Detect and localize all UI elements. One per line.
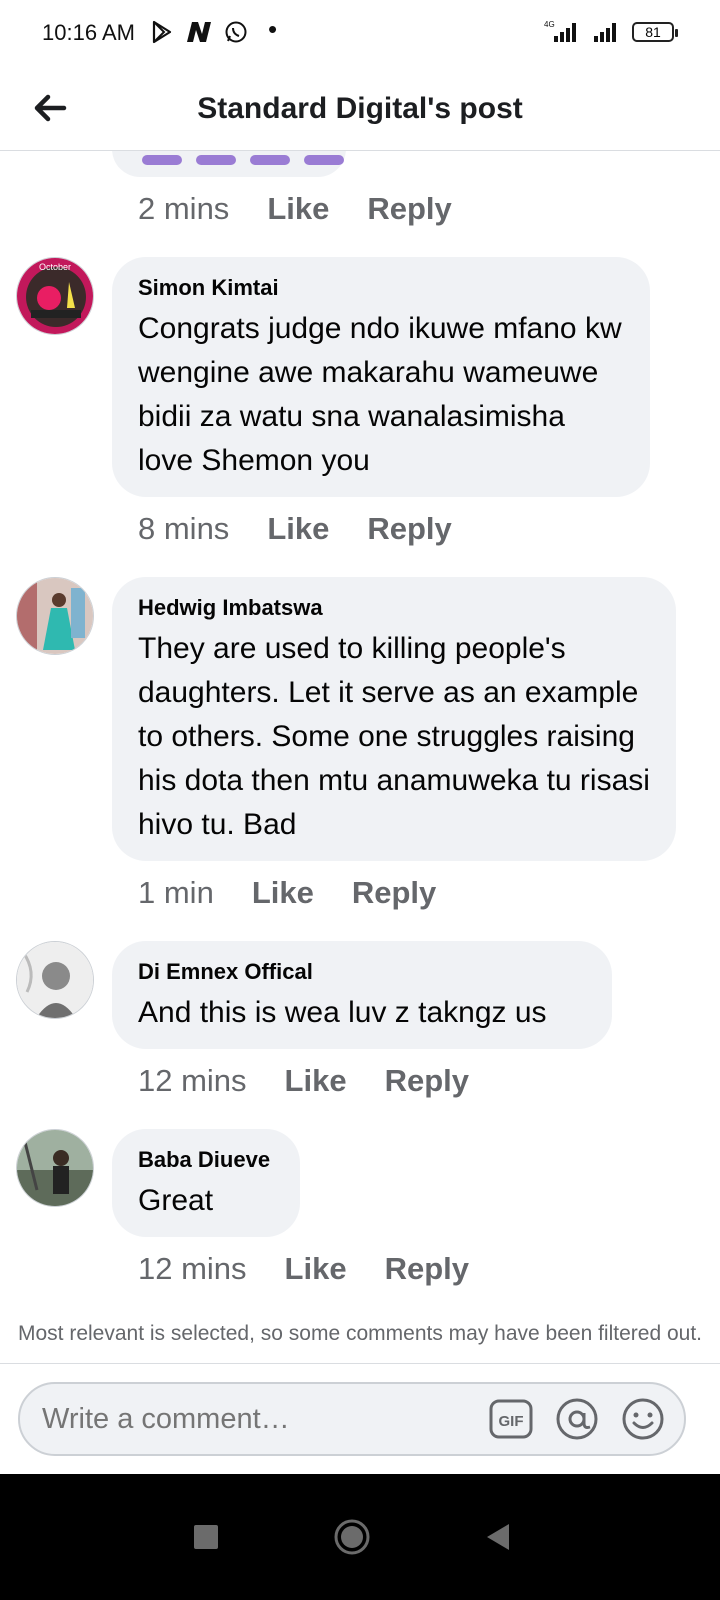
reply-button[interactable]: Reply [367,511,451,547]
comment-text: They are used to killing people's daught… [138,632,650,841]
comment-bubble[interactable]: Hedwig Imbatswa They are used to killing… [112,577,676,861]
comment-text: Congrats judge ndo ikuwe mfano kw wengin… [138,312,622,477]
system-nav-bar [0,1474,720,1600]
n-app-icon [187,22,211,42]
like-button[interactable]: Like [252,875,314,911]
composer-actions: GIF [488,1396,666,1442]
post-header: Standard Digital's post [0,68,720,151]
gif-button[interactable]: GIF [488,1396,534,1442]
mention-icon [556,1398,598,1440]
avatar-badge-text: October [39,262,71,272]
comment-text: And this is wea luv z takngz us [138,996,547,1029]
emoji-button[interactable] [620,1396,666,1442]
partial-comment-bubble [112,151,346,177]
circle-home-icon[interactable] [329,1514,375,1560]
comment-input[interactable] [40,1402,464,1437]
avatar[interactable] [16,1129,94,1207]
reply-button[interactable]: Reply [385,1251,469,1287]
filter-notice: Most relevant is selected, so some comme… [18,1322,702,1345]
comment-author[interactable]: Baba Diueve [138,1147,276,1173]
divider [0,1363,720,1364]
comment-time: 8 mins [138,511,230,546]
comment-bubble[interactable]: Di Emnex Offical And this is wea luv z t… [112,941,612,1049]
comment-time: 1 min [138,875,214,910]
gif-icon: GIF [489,1399,533,1439]
reply-button[interactable]: Reply [367,191,451,227]
comment-composer[interactable]: GIF [18,1382,686,1456]
comment-meta: 8 mins Like Reply [138,511,490,547]
comment-author[interactable]: Di Emnex Offical [138,959,588,985]
comment-time: 12 mins [138,1063,247,1098]
sticker-image [250,155,290,165]
comment-author[interactable]: Simon Kimtai [138,275,626,301]
avatar[interactable]: October [16,257,94,335]
sticker-image [196,155,236,165]
play-store-icon [152,20,172,44]
avatar[interactable] [16,577,94,655]
sticker-image [304,155,344,165]
reply-button[interactable]: Reply [352,875,436,911]
comment-author[interactable]: Hedwig Imbatswa [138,595,652,621]
comment-meta: 2 mins Like Reply [138,191,490,227]
like-button[interactable]: Like [267,191,329,227]
comment-meta: 12 mins Like Reply [138,1251,507,1287]
battery-icon: 81 [632,22,678,42]
signal-icon-2 [594,23,616,42]
network-label: 4G [544,20,555,29]
status-time: 10:16 AM [42,20,135,45]
sticker-image [142,155,182,165]
gif-label: GIF [499,1413,524,1430]
comments-list[interactable]: 2 mins Like Reply October Simon Kimtai C… [0,151,720,1391]
comment-meta: 12 mins Like Reply [138,1063,507,1099]
comment-time: 2 mins [138,191,230,226]
emoji-icon [622,1398,664,1440]
avatar[interactable] [16,941,94,1019]
mention-button[interactable] [554,1396,600,1442]
whatsapp-icon [225,21,247,43]
status-app-icons [150,20,248,44]
comment-bubble[interactable]: Baba Diueve Great [112,1129,300,1237]
signal-icon: 4G [544,20,576,42]
comment-bubble[interactable]: Simon Kimtai Congrats judge ndo ikuwe mf… [112,257,650,497]
comment-meta: 1 min Like Reply [138,875,474,911]
status-dot: • [268,14,278,44]
sticker-row [142,155,344,165]
like-button[interactable]: Like [285,1063,347,1099]
page-title: Standard Digital's post [197,92,523,125]
like-button[interactable]: Like [285,1251,347,1287]
like-button[interactable]: Like [267,511,329,547]
comment-time: 12 mins [138,1251,247,1286]
square-icon[interactable] [183,1514,229,1560]
status-right: 4G 81 [542,20,678,44]
triangle-back-icon[interactable] [475,1514,521,1560]
comment-text: Great [138,1184,214,1217]
status-bar: 10:16 AM • 4G 81 [0,0,720,68]
reply-button[interactable]: Reply [385,1063,469,1099]
